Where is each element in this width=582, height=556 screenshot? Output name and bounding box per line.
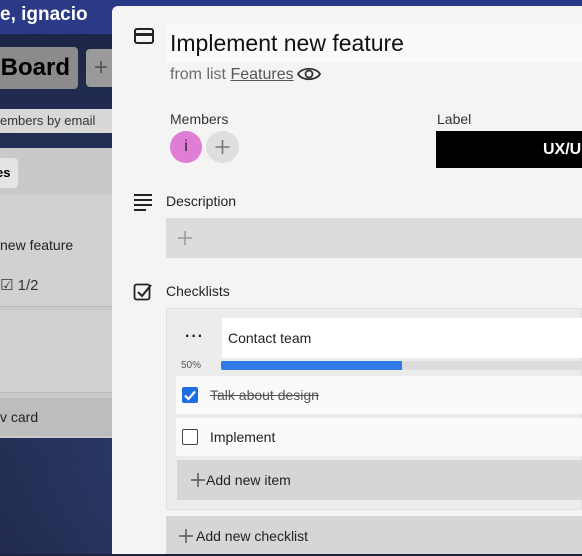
from-list-line: from list Features xyxy=(170,66,294,84)
add-item-label: Add new item xyxy=(206,472,291,488)
checklist-icon xyxy=(133,283,152,301)
checkbox-checked[interactable] xyxy=(182,387,198,403)
checklists-heading: Checklists xyxy=(166,283,230,299)
add-card-button[interactable]: v card xyxy=(0,398,118,436)
checkbox-unchecked[interactable] xyxy=(182,429,198,445)
plus-icon xyxy=(215,140,230,154)
add-checklist-button[interactable]: Add new checklist xyxy=(166,516,582,554)
checklist-item[interactable]: Implement xyxy=(176,418,582,456)
list-title[interactable]: es xyxy=(0,158,18,188)
user-greeting: e, ignacio xyxy=(0,4,88,25)
checklist-item[interactable]: Talk about design xyxy=(176,376,582,414)
card-title-input[interactable]: Implement new feature xyxy=(166,24,582,62)
progress-percent: 50% xyxy=(181,360,202,371)
progress-bar-fill xyxy=(221,361,402,370)
card-icon xyxy=(134,28,154,44)
checklist-icon: ☑ xyxy=(0,277,14,294)
description-box[interactable] xyxy=(166,218,582,258)
board-button[interactable]: Board xyxy=(0,47,78,89)
label-heading: Label xyxy=(437,111,472,127)
checklist-title[interactable]: Contact team xyxy=(222,318,582,358)
members-heading: Members xyxy=(170,111,229,127)
label-chip[interactable]: UX/U xyxy=(436,131,582,168)
plus-icon xyxy=(179,529,193,543)
plus-icon xyxy=(178,231,192,245)
board-card-checklist-badge: ☑ 1/2 xyxy=(0,276,38,294)
description-icon xyxy=(134,194,152,211)
progress-bar xyxy=(221,361,582,370)
add-checklist-label: Add new checklist xyxy=(196,528,309,544)
plus-icon xyxy=(191,473,205,487)
checkmark-icon xyxy=(184,390,196,401)
list-link[interactable]: Features xyxy=(230,66,293,83)
members-email-input[interactable]: embers by email xyxy=(0,109,118,133)
add-item-button[interactable]: Add new item xyxy=(177,460,582,500)
label-chip-text: UX/U xyxy=(543,141,582,158)
add-member-button[interactable] xyxy=(206,131,239,163)
from-list-prefix: from list xyxy=(170,66,226,83)
board-card-title: new feature xyxy=(0,237,74,253)
board-card-empty xyxy=(0,310,118,393)
avatar[interactable]: i xyxy=(170,131,202,163)
description-heading: Description xyxy=(166,193,237,209)
more-options-button[interactable]: ··· xyxy=(185,329,207,345)
checklist-item-text: Talk about design xyxy=(210,387,319,403)
board-card-checklist-count: 1/2 xyxy=(17,277,39,294)
eye-icon[interactable] xyxy=(296,65,322,83)
checklist-item-text: Implement xyxy=(210,429,276,445)
